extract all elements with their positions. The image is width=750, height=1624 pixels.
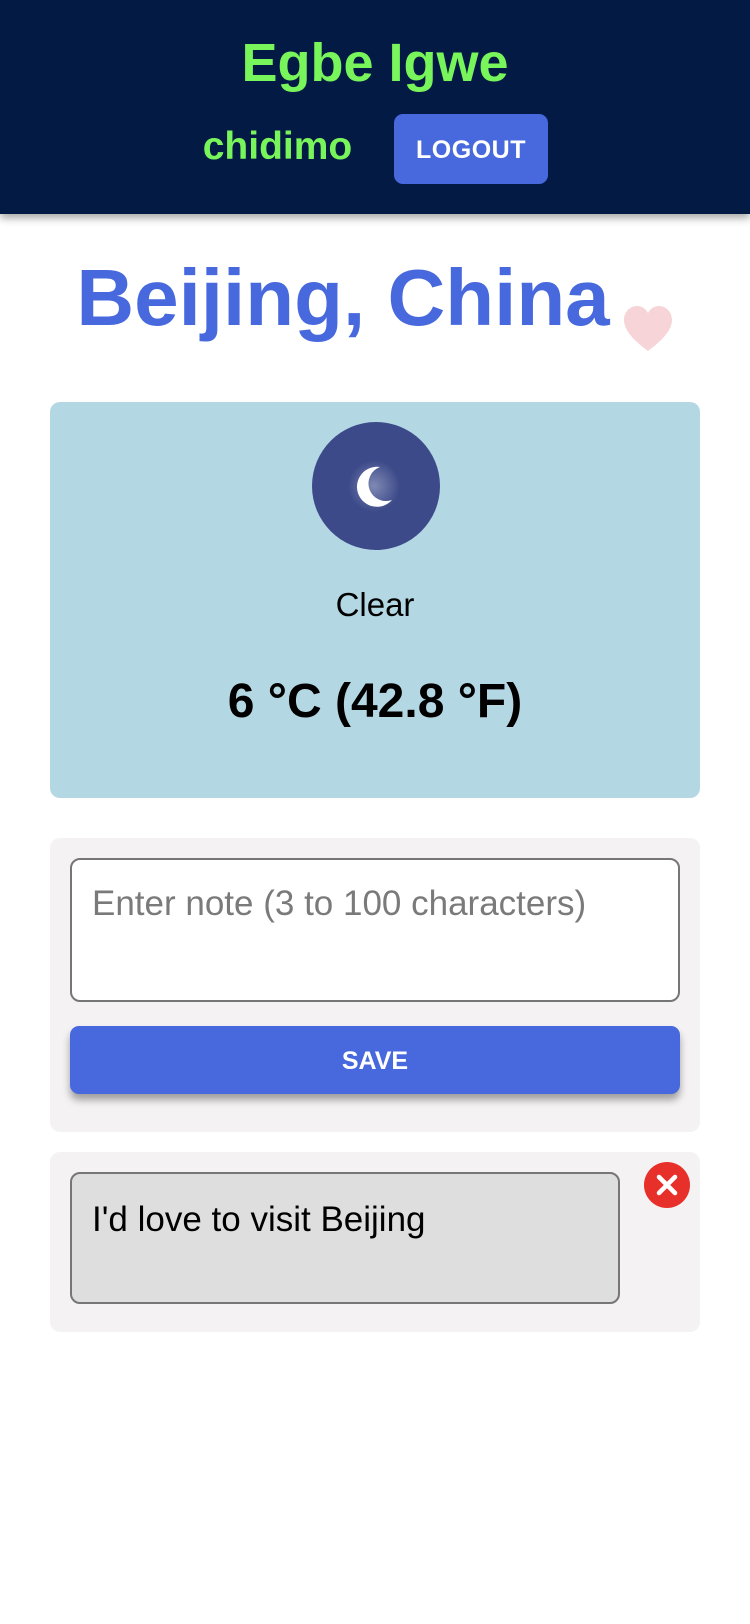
saved-note-text[interactable]: I'd love to visit Beijing [70,1172,620,1304]
save-button[interactable]: SAVE [70,1026,680,1094]
weather-temperature: 6 °C (42.8 °F) [227,675,523,728]
weather-description: Clear [335,586,415,623]
city-name: Beijing, China [76,253,610,342]
app-header: Egbe Igwe chidimo LOGOUT [0,0,750,214]
heart-icon[interactable] [622,278,674,351]
saved-note-card: I'd love to visit Beijing [50,1152,700,1332]
delete-note-button[interactable] [644,1162,690,1208]
note-form: SAVE [50,838,700,1132]
close-icon [656,1174,678,1196]
app-title: Egbe Igwe [241,33,509,93]
city-heading: Beijing, China [0,250,750,351]
weather-card: Clear 6 °C (42.8 °F) [50,402,700,798]
username-label: chidimo [202,125,353,168]
moon-icon [312,422,440,550]
note-input[interactable] [70,858,680,1002]
logout-button[interactable]: LOGOUT [394,114,548,184]
